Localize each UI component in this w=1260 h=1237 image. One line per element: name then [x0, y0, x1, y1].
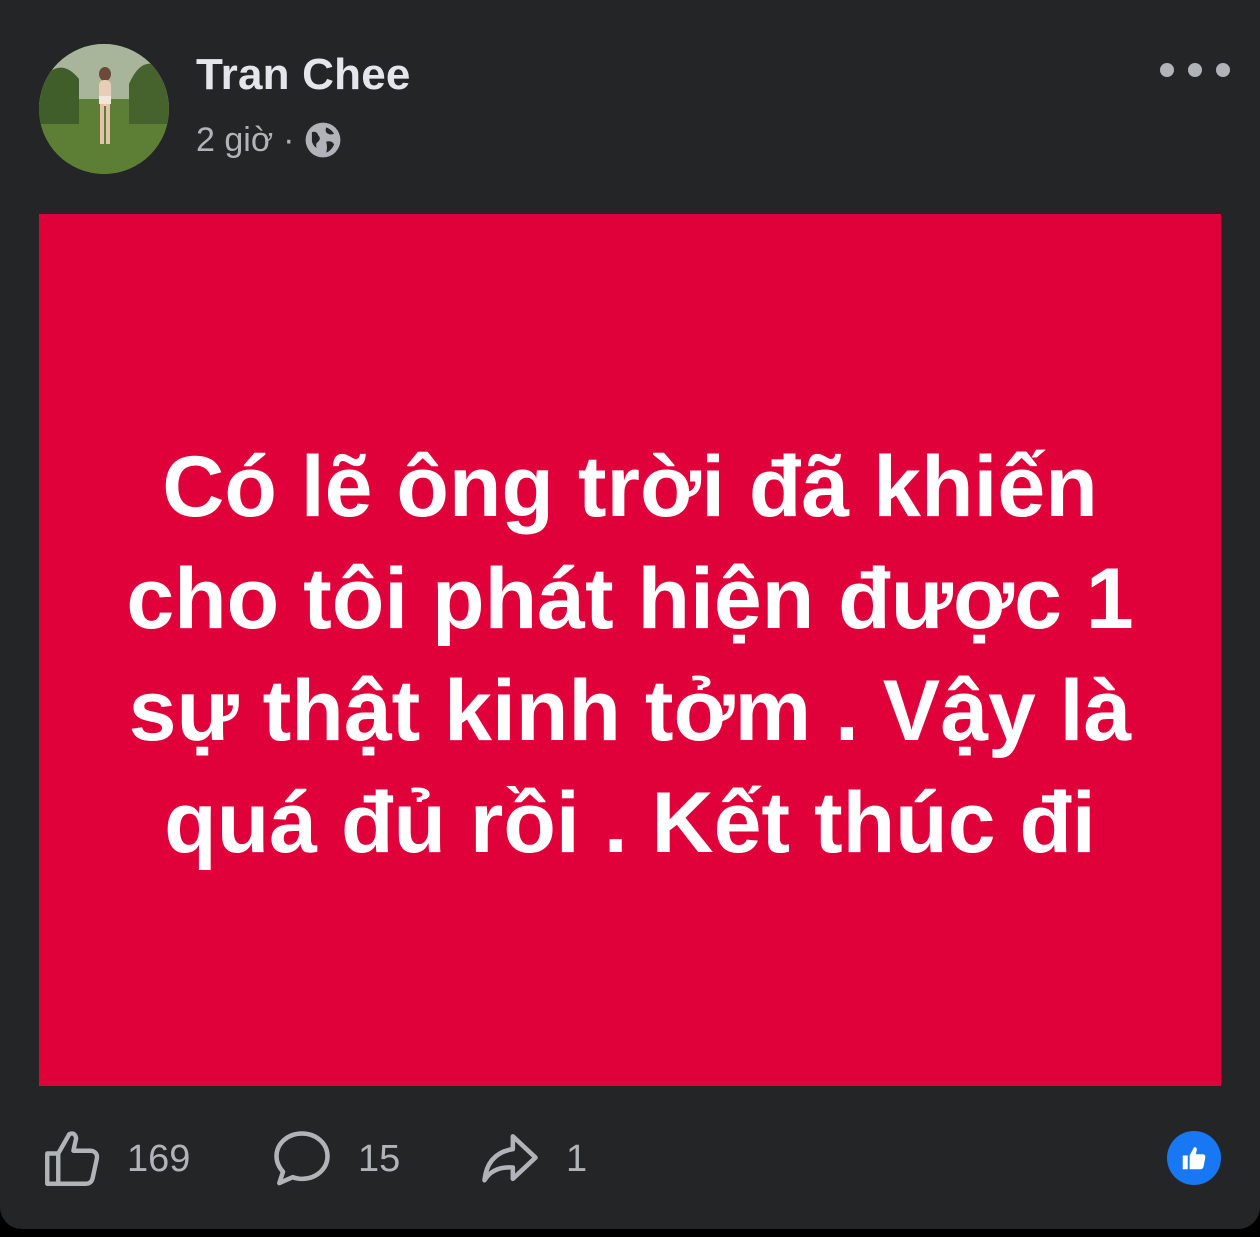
comment-count: 15 — [358, 1137, 401, 1180]
meta-separator: · — [283, 120, 295, 159]
more-options-button[interactable] — [1160, 52, 1230, 88]
post-timestamp[interactable]: 2 giờ — [196, 121, 273, 160]
more-dot — [1188, 63, 1202, 77]
more-dot — [1216, 63, 1230, 77]
comment-button[interactable]: 15 — [268, 1124, 400, 1194]
post-card: Tran Chee 2 giờ · Có lẽ ông trời đã khiế… — [0, 0, 1260, 1229]
globe-icon — [306, 122, 341, 158]
post-text: Có lẽ ông trời đã khiến cho tôi phát hiệ… — [126, 439, 1134, 871]
share-count: 1 — [566, 1137, 588, 1180]
more-dot — [1160, 63, 1174, 77]
thumbs-up-filled-icon — [1182, 1147, 1206, 1170]
like-count: 169 — [127, 1137, 191, 1180]
author-avatar[interactable] — [39, 44, 169, 174]
thumbs-up-outline-icon — [45, 1131, 100, 1186]
author-name[interactable]: Tran Chee — [196, 50, 411, 100]
like-button[interactable]: 169 — [39, 1124, 190, 1194]
comment-bubble-icon — [274, 1131, 330, 1186]
post-meta: 2 giờ · — [196, 116, 342, 164]
like-reaction-icon[interactable] — [1167, 1131, 1221, 1185]
share-button[interactable]: 1 — [476, 1124, 587, 1194]
screen-edge — [0, 1229, 1260, 1237]
avatar-photo — [39, 44, 169, 174]
share-arrow-icon — [482, 1134, 538, 1183]
post-text-background[interactable]: Có lẽ ông trời đã khiến cho tôi phát hiệ… — [39, 214, 1221, 1086]
